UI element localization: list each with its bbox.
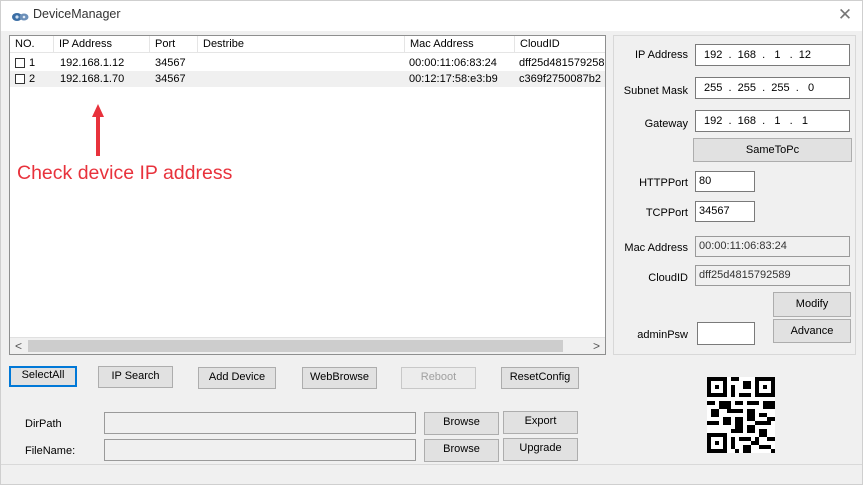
row-describe (202, 55, 402, 71)
row-ip-address: 192.168.1.70 (60, 73, 125, 85)
column-header-cloudid[interactable]: CloudID (515, 36, 605, 53)
row-cloudid: c369f2750087b2 (519, 73, 601, 85)
admin-password-label: adminPsw (637, 329, 688, 341)
export-button[interactable]: Export (503, 411, 578, 434)
row-cloudid: dff25d4815792589 (519, 57, 605, 69)
table-row[interactable]: 2 192.168.1.70 34567 00:12:17:58:e3:b9 c… (10, 71, 605, 87)
device-manager-window: DeviceManager ✕ NO. IP Address Port Dest… (0, 0, 863, 485)
device-list-header: NO. IP Address Port Destribe Mac Address… (10, 36, 605, 53)
reboot-button[interactable]: Reboot (401, 367, 476, 389)
tcp-port-label: TCPPort (645, 207, 688, 219)
same-to-pc-button[interactable]: SameToPc (693, 138, 852, 162)
row-describe (202, 71, 402, 87)
device-list[interactable]: NO. IP Address Port Destribe Mac Address… (9, 35, 606, 355)
dir-path-field[interactable] (104, 412, 416, 434)
device-manager-icon (12, 13, 29, 21)
subnet-mask-label: Subnet Mask (623, 85, 688, 97)
column-header-ip-address[interactable]: IP Address (54, 36, 150, 53)
dir-path-label: DirPath (25, 418, 62, 430)
row-number: 2 (29, 73, 36, 85)
scrollbar-thumb[interactable] (28, 340, 563, 352)
browse-dir-button[interactable]: Browse (424, 412, 499, 435)
cloudid-field: dff25d4815792589 (695, 265, 850, 286)
column-header-describe[interactable]: Destribe (198, 36, 405, 53)
gateway-field[interactable]: 192 . 168 . 1 . 1 (695, 110, 850, 132)
cloudid-label: CloudID (648, 272, 688, 284)
row-mac-address: 00:00:11:06:83:24 (409, 57, 497, 69)
column-header-mac-address[interactable]: Mac Address (405, 36, 515, 53)
scroll-left-icon[interactable]: < (10, 338, 27, 354)
add-device-button[interactable]: Add Device (198, 367, 276, 389)
window-title: DeviceManager (33, 7, 121, 21)
qr-code-icon (707, 377, 775, 453)
http-port-field[interactable]: 80 (695, 171, 755, 192)
row-ip-address: 192.168.1.12 (60, 57, 125, 69)
table-row[interactable]: 1 192.168.1.12 34567 00:00:11:06:83:24 d… (10, 55, 605, 71)
row-checkbox[interactable] (15, 74, 25, 84)
http-port-label: HTTPPort (639, 177, 688, 189)
select-all-button[interactable]: SelectAll (9, 366, 77, 387)
mac-address-field: 00:00:11:06:83:24 (695, 236, 850, 257)
row-number: 1 (29, 57, 36, 69)
column-header-port[interactable]: Port (150, 36, 198, 53)
file-name-label: FileName: (25, 445, 76, 457)
ip-address-label: IP Address (635, 49, 688, 61)
file-name-field[interactable] (104, 439, 416, 461)
upgrade-button[interactable]: Upgrade (503, 438, 578, 461)
subnet-mask-field[interactable]: 255 . 255 . 255 . 0 (695, 77, 850, 99)
network-settings-panel: IP Address 192 . 168 . 1 . 12 Subnet Mas… (613, 35, 856, 355)
mac-address-label: Mac Address (624, 242, 688, 254)
reset-config-button[interactable]: ResetConfig (501, 367, 579, 389)
advance-button[interactable]: Advance (773, 319, 851, 343)
title-bar: DeviceManager ✕ (1, 1, 862, 31)
close-icon[interactable]: ✕ (834, 5, 856, 25)
status-divider (1, 464, 862, 465)
row-checkbox[interactable] (15, 58, 25, 68)
ip-search-button[interactable]: IP Search (98, 366, 173, 388)
arrow-up-icon (92, 104, 104, 156)
row-port: 34567 (155, 57, 186, 69)
row-mac-address: 00:12:17:58:e3:b9 (409, 73, 498, 85)
ip-address-field[interactable]: 192 . 168 . 1 . 12 (695, 44, 850, 66)
modify-button[interactable]: Modify (773, 292, 851, 317)
tcp-port-field[interactable]: 34567 (695, 201, 755, 222)
admin-password-field[interactable] (697, 322, 755, 345)
horizontal-scrollbar[interactable]: < > (10, 337, 605, 354)
web-browse-button[interactable]: WebBrowse (302, 367, 377, 389)
browse-file-button[interactable]: Browse (424, 439, 499, 462)
scroll-right-icon[interactable]: > (588, 338, 605, 354)
annotation-text: Check device IP address (17, 162, 233, 184)
row-port: 34567 (155, 73, 186, 85)
gateway-label: Gateway (644, 118, 688, 130)
column-header-no[interactable]: NO. (10, 36, 54, 53)
